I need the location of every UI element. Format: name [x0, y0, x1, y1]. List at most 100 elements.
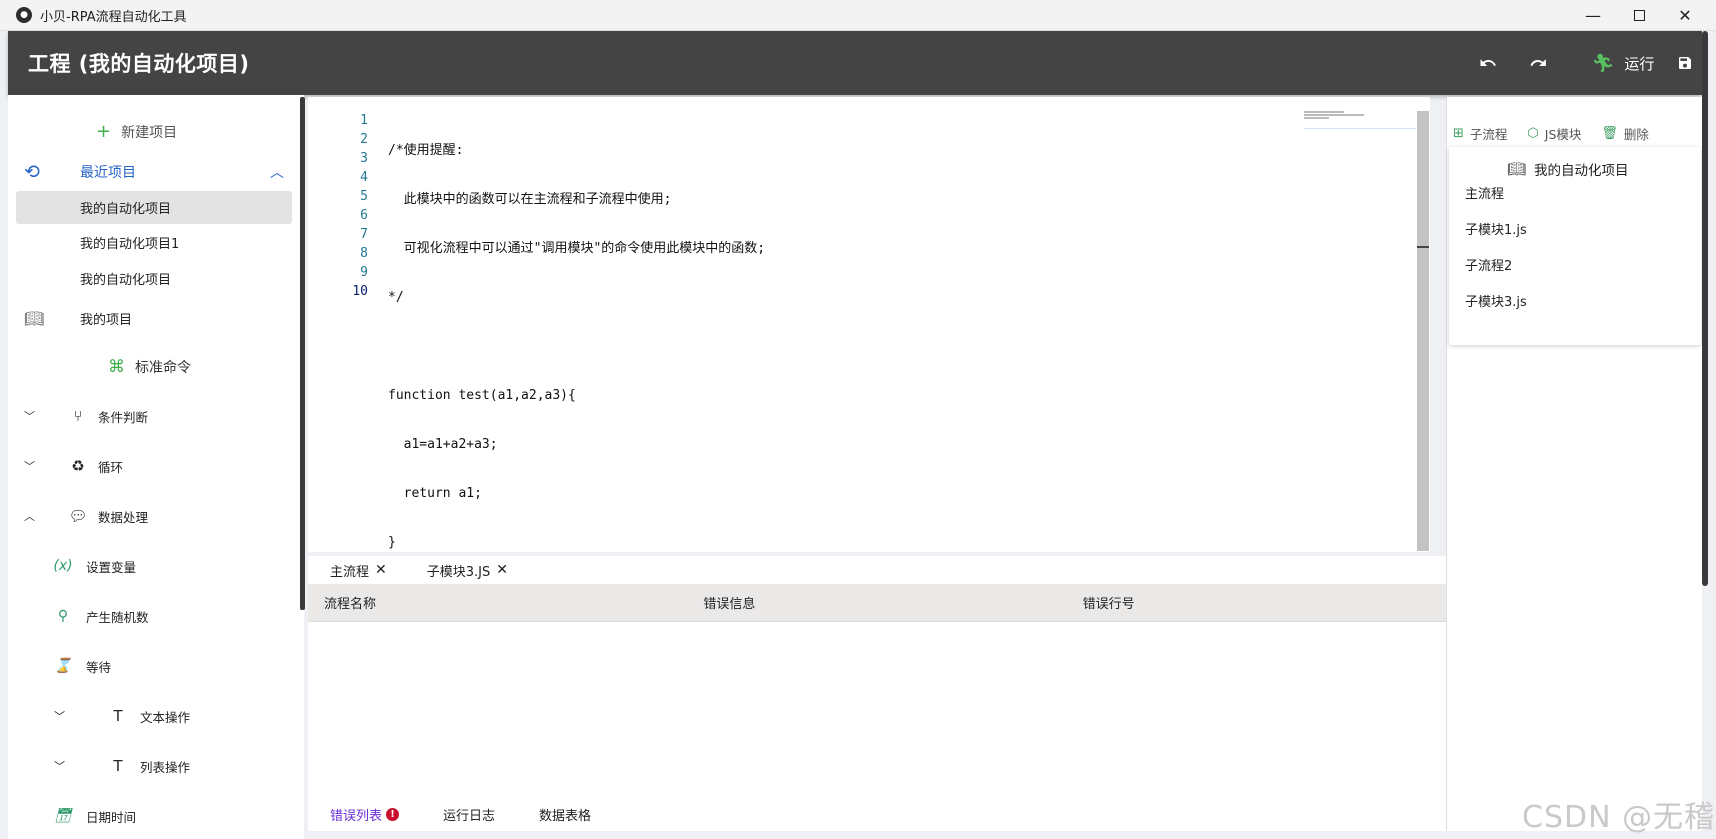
code-content[interactable]: /*使用提醒: 此模块中的函数可以在主流程和子流程中使用; 可视化流程中可以通过…	[388, 111, 1298, 631]
scrollbar-thumb[interactable]	[1417, 246, 1429, 248]
new-project-button[interactable]: + 新建项目	[96, 121, 177, 142]
code-line: /*使用提醒:	[388, 143, 464, 158]
maximize-button[interactable]	[1616, 0, 1662, 31]
command-datetime[interactable]: 📅︎ 日期时间	[52, 803, 136, 829]
bottom-tabs: 错误列表 ! 运行日志 数据表格	[308, 797, 1446, 831]
run-label: 运行	[1624, 54, 1655, 73]
trash-icon: 🗑︎	[1601, 125, 1618, 141]
code-minimap[interactable]	[1304, 111, 1416, 129]
watermark: CSDN @无稽	[1522, 800, 1716, 835]
minimap-line	[1304, 111, 1344, 113]
project-title-label: 我的自动化项目	[1534, 163, 1629, 179]
tree-item[interactable]: 主流程	[1465, 183, 1504, 202]
book-icon: 📖︎	[1507, 160, 1527, 178]
command-wait[interactable]: ⌛ 等待	[52, 653, 111, 679]
code-line: 可视化流程中可以通过"调用模块"的命令使用此模块中的函数;	[388, 241, 766, 256]
recent-project-item[interactable]: 我的自动化项目	[16, 262, 292, 295]
tree-item[interactable]: 子模块1.js	[1465, 219, 1527, 238]
recent-project-item[interactable]: 我的自动化项目	[16, 191, 292, 224]
add-subflow-button[interactable]: ⊞ 子流程	[1453, 124, 1507, 143]
tab-error-list[interactable]: 错误列表 !	[330, 805, 400, 824]
variable-icon: (x)	[53, 558, 73, 574]
tree-item[interactable]: 子流程2	[1465, 255, 1512, 274]
window-titlebar: ● 小贝-RPA流程自动化工具	[0, 0, 1716, 31]
text-icon: T	[113, 757, 123, 775]
save-button[interactable]	[1668, 31, 1702, 95]
project-tree: 📖︎ 我的自动化项目 主流程 子模块1.js 子流程2 子模块3.js	[1449, 147, 1701, 345]
tab-data-table[interactable]: 数据表格	[539, 805, 591, 824]
tree-item[interactable]: 子模块3.js	[1465, 291, 1527, 310]
command-set-variable[interactable]: (x) 设置变量	[52, 553, 136, 579]
command-label: 产生随机数	[86, 609, 149, 625]
delete-button[interactable]: 🗑︎ 删除	[1601, 124, 1649, 143]
close-icon[interactable]: ✕	[496, 562, 508, 578]
project-title: 📖︎ 我的自动化项目	[1507, 159, 1629, 179]
tab-label: 子模块3.JS	[426, 564, 491, 580]
js-icon: ⬡	[1527, 125, 1539, 141]
close-button[interactable]: ✕	[1662, 0, 1708, 31]
error-table-header: 流程名称 错误信息 错误行号	[308, 584, 1446, 622]
line-number: 5	[360, 189, 368, 204]
recent-project-label: 我的自动化项目	[80, 202, 172, 217]
tab-label: 错误列表	[330, 808, 383, 824]
code-line: }	[388, 535, 396, 550]
comment-icon: 💬︎	[68, 507, 88, 525]
maximize-icon	[1633, 10, 1645, 21]
tab-main-flow[interactable]: 主流程 ✕	[330, 561, 387, 580]
standard-commands-header[interactable]: ⌘ 标准命令	[108, 357, 191, 377]
command-group-loop[interactable]: ﹀ ♻ 循环	[24, 453, 123, 479]
tab-submodule3[interactable]: 子模块3.JS ✕	[427, 561, 508, 580]
line-number: 2	[360, 132, 368, 147]
line-number: 4	[360, 170, 368, 185]
tool-label: 删除	[1623, 126, 1649, 142]
recent-projects-header[interactable]: ⟲ 最近项目 ︿	[24, 159, 284, 185]
close-icon[interactable]: ✕	[375, 562, 387, 578]
column-header: 错误行号	[1082, 597, 1135, 612]
random-icon: ⚲	[57, 608, 69, 624]
error-badge: !	[386, 807, 400, 821]
undo-button[interactable]	[1468, 31, 1508, 95]
minimize-icon: —	[1585, 6, 1601, 25]
chevron-down-icon: ﹀	[24, 410, 35, 423]
recent-project-label: 我的自动化项目1	[80, 237, 180, 252]
code-line: function test(a1,a2,a3){	[388, 388, 576, 403]
line-number: 3	[360, 151, 368, 166]
command-label: 日期时间	[86, 809, 137, 825]
tab-run-log[interactable]: 运行日志	[443, 805, 495, 824]
command-group-text[interactable]: ﹀ T 文本操作	[54, 703, 190, 729]
app-logo-icon: ●	[16, 7, 32, 23]
command-group-condition[interactable]: ﹀ ⑂ 条件判断	[24, 403, 148, 429]
tab-label: 数据表格	[539, 808, 592, 824]
editor-tabs: 主流程 ✕ 子模块3.JS ✕	[308, 556, 1448, 584]
plus-icon: +	[96, 121, 112, 142]
sidebar-scrollbar[interactable]	[300, 97, 305, 610]
command-label: 等待	[86, 659, 112, 675]
window-scrollbar[interactable]	[1702, 31, 1708, 586]
undo-icon	[1480, 59, 1496, 66]
command-random-number[interactable]: ⚲ 产生随机数	[52, 603, 149, 629]
line-number: 9	[360, 265, 368, 280]
command-group-label: 数据处理	[98, 509, 149, 525]
calendar-icon: 📅︎	[54, 808, 72, 824]
editor-scrollbar[interactable]	[1417, 111, 1429, 551]
run-button[interactable]: 🏃︎ 运行	[1578, 31, 1668, 95]
recycle-icon: ♻	[71, 457, 85, 475]
my-projects-item[interactable]: 📖︎ 我的项目	[24, 305, 132, 331]
new-project-label: 新建项目	[121, 124, 178, 141]
add-js-module-button[interactable]: ⬡ JS模块	[1527, 124, 1581, 143]
fork-icon: ⑂	[73, 407, 83, 425]
minimize-button[interactable]: —	[1570, 0, 1616, 31]
recent-project-item[interactable]: 我的自动化项目1	[16, 226, 292, 259]
project-explorer-panel: ⊞ 子流程 ⬡ JS模块 🗑︎ 删除 📖︎ 我的自动化项目 主流程 子模块1.j…	[1446, 97, 1702, 831]
redo-button[interactable]	[1518, 31, 1558, 95]
code-editor[interactable]: 1 2 3 4 5 6 7 8 9 10 /*使用提醒: 此模块中的函数可以在主…	[308, 97, 1430, 601]
command-group-data[interactable]: ︿ 💬︎ 数据处理	[24, 503, 148, 529]
explorer-toolbar: ⊞ 子流程 ⬡ JS模块 🗑︎ 删除	[1447, 121, 1703, 145]
code-line: a1=a1+a2+a3;	[388, 437, 498, 452]
standard-commands-label: 标准命令	[135, 360, 191, 376]
chevron-up-icon: ︿	[270, 165, 284, 181]
command-group-list[interactable]: ﹀ T 列表操作	[54, 753, 190, 779]
column-header: 流程名称	[324, 597, 377, 612]
history-icon: ⟲	[24, 161, 40, 183]
